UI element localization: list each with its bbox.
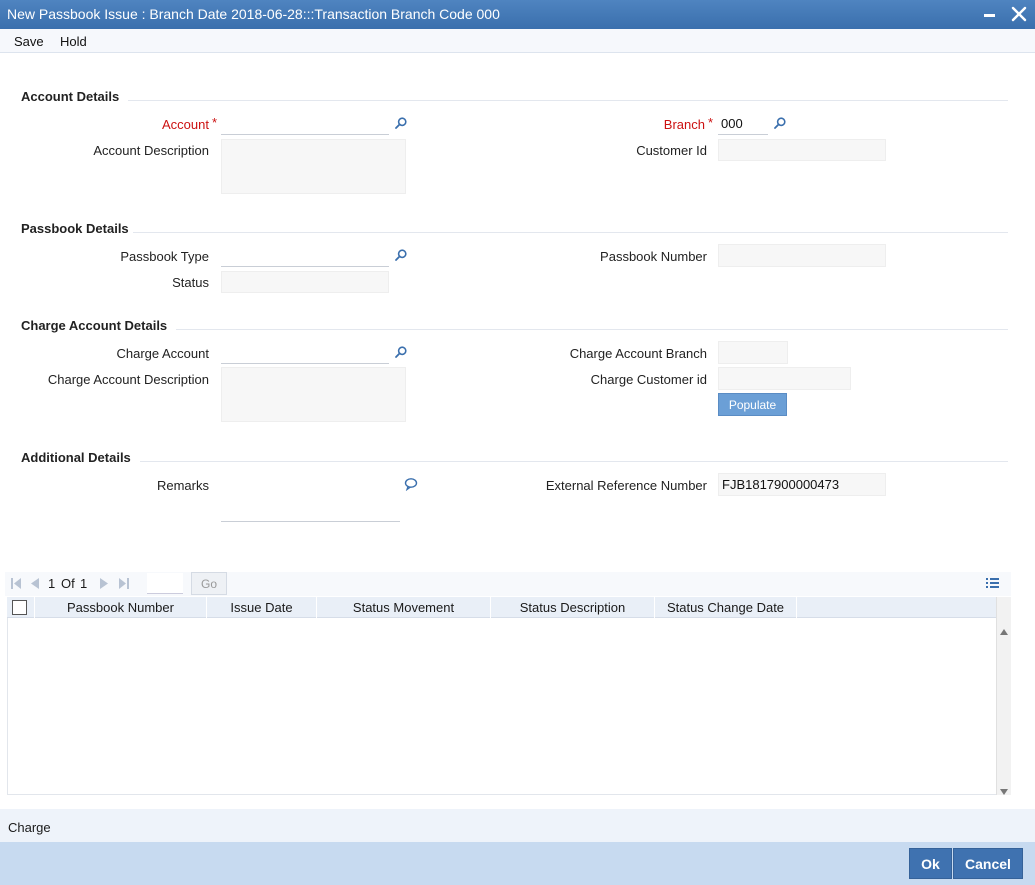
column-header-passbook-number[interactable]: Passbook Number [35, 597, 207, 618]
branch-input[interactable] [718, 113, 768, 135]
current-page: 1 [48, 576, 56, 591]
page-of-label: Of [61, 576, 75, 591]
subscreen-bar: Charge [0, 809, 1035, 842]
total-pages: 1 [80, 576, 88, 591]
scroll-down-icon[interactable] [1000, 783, 1008, 798]
passbook-type-label: Passbook Type [120, 249, 209, 264]
column-header-status-description[interactable]: Status Description [491, 597, 655, 618]
remarks-label: Remarks [156, 478, 209, 493]
required-marker: * [212, 115, 218, 130]
previous-page-icon[interactable] [29, 577, 40, 593]
charge-account-description-field[interactable] [221, 367, 406, 422]
charge-customer-id-label: Charge Customer id [590, 372, 707, 387]
bottom-action-bar [0, 842, 1035, 885]
first-page-icon[interactable] [10, 577, 22, 593]
close-icon[interactable] [1008, 3, 1030, 25]
save-menu-item[interactable]: Save [14, 34, 44, 49]
account-search-icon[interactable] [394, 116, 408, 130]
select-all-cell [7, 597, 35, 618]
charge-subscreen-link[interactable]: Charge [8, 820, 51, 835]
status-field[interactable] [221, 271, 389, 293]
charge-account-input[interactable] [221, 342, 389, 364]
go-button[interactable]: Go [191, 572, 227, 595]
grid-scrollbar[interactable] [996, 597, 1011, 795]
column-settings-icon[interactable] [985, 576, 1000, 593]
remarks-comment-icon[interactable] [404, 477, 418, 492]
column-header-issue-date[interactable]: Issue Date [207, 597, 317, 618]
grid-header: Passbook Number Issue Date Status Moveme… [7, 597, 996, 618]
section-divider [133, 232, 1008, 233]
required-marker: * [708, 115, 714, 130]
passbook-details-heading: Passbook Details [21, 221, 129, 236]
account-label: Account [162, 117, 209, 132]
column-header-status-movement[interactable]: Status Movement [317, 597, 491, 618]
branch-search-icon[interactable] [773, 116, 787, 130]
additional-details-heading: Additional Details [21, 450, 131, 465]
menu-bar: Save Hold [0, 29, 1035, 53]
hold-menu-item[interactable]: Hold [60, 34, 87, 49]
branch-label: Branch [663, 117, 705, 132]
passbook-type-search-icon[interactable] [394, 248, 408, 262]
charge-account-details-heading: Charge Account Details [21, 318, 168, 333]
charge-account-branch-field[interactable] [718, 341, 788, 364]
charge-account-description-label: Charge Account Description [47, 372, 209, 387]
last-page-icon[interactable] [118, 577, 130, 593]
scroll-up-icon[interactable] [1000, 623, 1008, 638]
section-divider [128, 100, 1008, 101]
passbook-number-field[interactable] [718, 244, 886, 267]
window-title: New Passbook Issue : Branch Date 2018-06… [7, 6, 500, 22]
remarks-input[interactable] [221, 500, 400, 522]
column-header-status-change-date[interactable]: Status Change Date [655, 597, 797, 618]
window-title-bar: New Passbook Issue : Branch Date 2018-06… [0, 0, 1035, 29]
account-description-label: Account Description [93, 143, 209, 158]
passbook-type-input[interactable] [221, 245, 389, 267]
external-reference-number-label: External Reference Number [545, 478, 707, 493]
charge-customer-id-field[interactable] [718, 367, 851, 390]
account-description-field[interactable] [221, 139, 406, 194]
section-divider [140, 461, 1008, 462]
status-label: Status [172, 275, 209, 290]
ok-button[interactable]: Ok [909, 848, 952, 879]
account-details-heading: Account Details [21, 89, 120, 104]
account-input[interactable] [221, 113, 389, 135]
section-divider [176, 329, 1008, 330]
cancel-button[interactable]: Cancel [953, 848, 1023, 879]
passbook-number-label: Passbook Number [600, 249, 707, 264]
charge-account-branch-label: Charge Account Branch [569, 346, 707, 361]
charge-account-label: Charge Account [116, 346, 209, 361]
customer-id-field[interactable] [718, 139, 886, 161]
external-reference-number-field[interactable]: FJB1817900000473 [718, 473, 886, 496]
select-all-checkbox[interactable] [12, 600, 27, 615]
minimize-icon[interactable] [979, 3, 1001, 25]
grid-toolbar: 1 Of 1 Go [5, 572, 1011, 596]
page-number-input[interactable] [147, 573, 183, 594]
populate-button[interactable]: Populate [718, 393, 787, 416]
grid-body [7, 618, 996, 795]
next-page-icon[interactable] [99, 577, 110, 593]
customer-id-label: Customer Id [636, 143, 707, 158]
charge-account-search-icon[interactable] [394, 345, 408, 359]
